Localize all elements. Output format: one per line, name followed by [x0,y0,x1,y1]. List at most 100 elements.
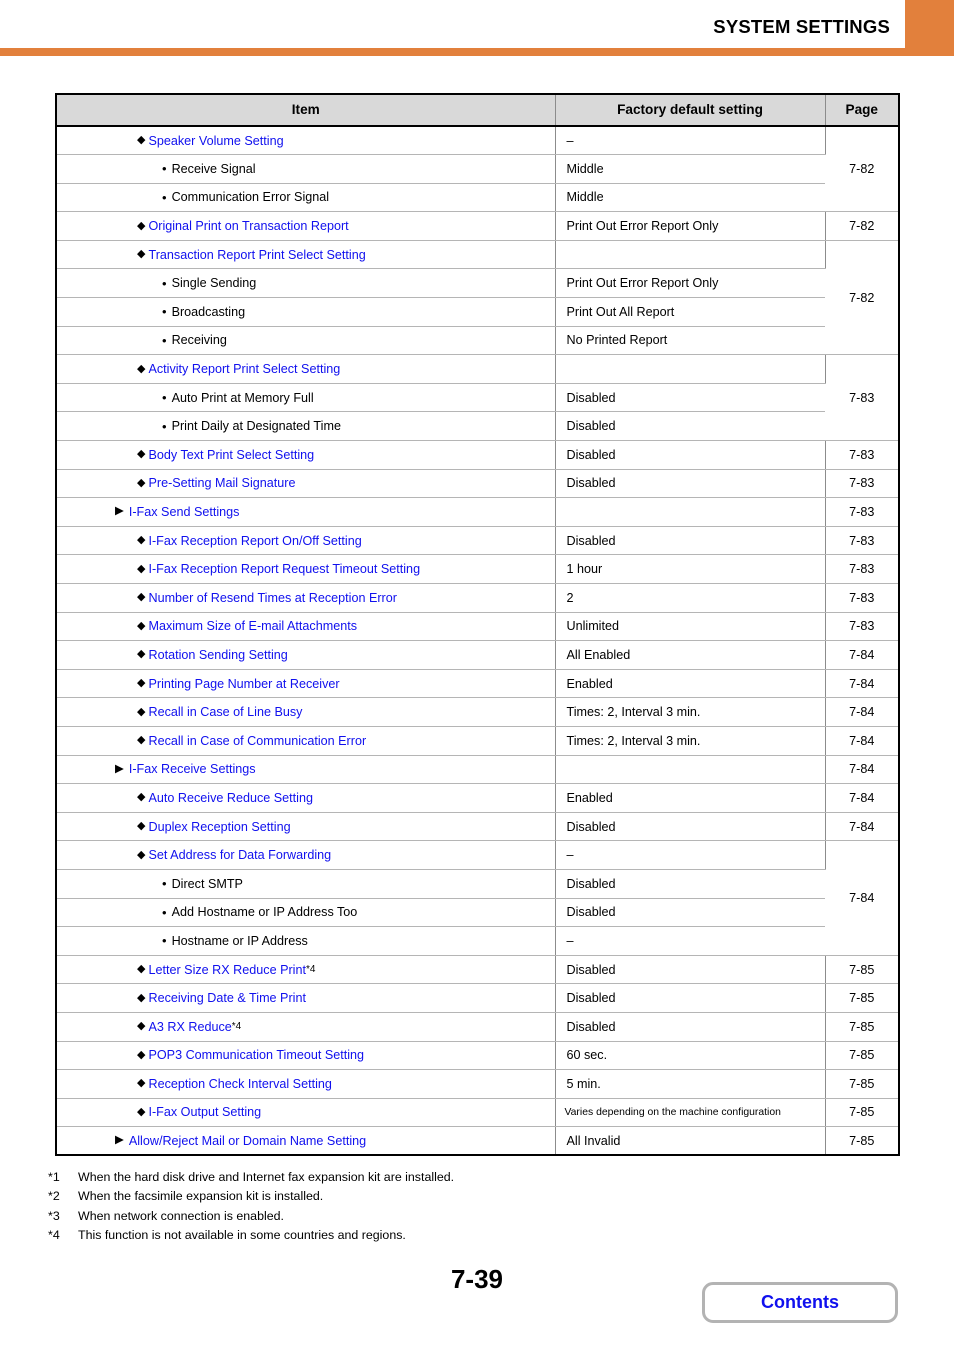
table-cell-item: ◆ Letter Size RX Reduce Print *4 [56,955,556,985]
page-reference-link[interactable]: 7-84 [825,783,899,813]
diamond-bullet-icon: ◆ [137,1105,146,1118]
page-reference-link[interactable]: 7-85 [825,1012,899,1042]
default-setting-value: Disabled [566,1019,616,1034]
table-cell-item: • Single Sending [56,268,556,299]
item-link[interactable]: Letter Size RX Reduce Print [148,963,306,977]
default-setting-value: Print Out Error Report Only [566,276,719,291]
page-reference-link[interactable]: 7-83 [825,612,899,642]
table-cell-item: ◆ I-Fax Reception Report On/Off Setting [56,526,556,556]
table-cell-item: ◆ POP3 Communication Timeout Setting [56,1041,556,1071]
item-link[interactable]: Pre-Setting Mail Signature [148,476,295,490]
page-title: SYSTEM SETTINGS [713,16,890,37]
default-setting-value: Enabled [566,676,613,691]
dot-bullet-icon: • [162,933,167,949]
item-link[interactable]: Speaker Volume Setting [148,134,283,148]
table-cell-item: ◆ Original Print on Transaction Report [56,211,556,241]
item-link[interactable]: I-Fax Send Settings [129,505,240,519]
page-reference-link[interactable]: 7-83 [825,440,899,470]
item-link[interactable]: Auto Receive Reduce Setting [148,791,313,805]
item-link[interactable]: Recall in Case of Communication Error [148,734,366,748]
column-header-page: Page [825,94,899,127]
page-reference-link[interactable]: 7-83 [825,554,899,584]
item-link[interactable]: Printing Page Number at Receiver [148,677,339,691]
table-cell-item: • Print Daily at Designated Time [56,411,556,442]
item-link[interactable]: I-Fax Reception Report On/Off Setting [148,534,361,548]
table-row: ◆ Auto Receive Reduce Setting Enabled 7-84 [56,783,899,813]
footnote-mark: *4 [48,1228,60,1243]
table-cell-value: Times: 2, Interval 3 min. [555,726,826,756]
default-setting-value: Disabled [566,476,616,491]
item-link[interactable]: Recall in Case of Line Busy [148,705,302,719]
item-link[interactable]: Original Print on Transaction Report [148,219,348,233]
item-link[interactable]: A3 RX Reduce [148,1020,231,1034]
page-reference-link[interactable]: 7-84 [825,669,899,699]
item-link[interactable]: Activity Report Print Select Setting [148,362,340,376]
table-cell-item: ◆ Auto Receive Reduce Setting [56,783,556,813]
table-row: ◆ I-Fax Output Setting Varies depending on… [56,1098,899,1128]
table-cell-item: • Communication Error Signal [56,183,556,213]
diamond-bullet-icon: ◆ [137,963,146,976]
table-cell-value: 60 sec. [555,1041,826,1071]
page-reference-link[interactable]: 7-84 [825,640,899,670]
page-reference-link[interactable]: 7-85 [825,1041,899,1071]
page-reference-link[interactable]: 7-85 [825,955,899,985]
page-reference-link[interactable]: 7-84 [825,812,899,842]
page-reference-link[interactable]: 7-82 [825,211,899,241]
item-link[interactable]: Receiving Date & Time Print [148,991,305,1005]
table-row: ◆ Recall in Case of Communication Error Ti… [56,726,899,756]
item-link[interactable]: I-Fax Reception Report Request Timeout S… [148,562,420,576]
page-reference-link[interactable]: 7-82 [825,240,899,356]
table-row: • Direct SMTP Disabled [56,869,899,899]
default-setting-value: Disabled [566,876,616,891]
table-cell-value: Middle [555,154,825,184]
dot-bullet-icon: • [162,189,167,205]
diamond-bullet-icon: ◆ [137,791,146,804]
diamond-bullet-icon: ◆ [137,820,146,833]
table-row: ◆ I-Fax Reception Report On/Off Setting Di… [56,526,899,556]
footnote-text: When network connection is enabled. [78,1208,284,1223]
item-link[interactable]: Rotation Sending Setting [148,648,287,662]
table-cell-item: ◆ Number of Resend Times at Reception Err… [56,583,556,613]
table-cell-item: ◆ Receiving Date & Time Print [56,983,556,1013]
item-link[interactable]: I-Fax Receive Settings [129,762,256,776]
item-link[interactable]: I-Fax Output Setting [148,1105,261,1119]
table-cell-value: Disabled [555,526,826,556]
table-cell-value: 1 hour [555,554,826,584]
page-reference-link[interactable]: 7-83 [825,583,899,613]
page-reference-link[interactable]: 7-83 [825,497,899,527]
page-reference-link[interactable]: 7-83 [825,354,899,442]
dot-bullet-icon: • [162,304,167,320]
diamond-bullet-icon: ◆ [137,362,146,375]
item-link[interactable]: Set Address for Data Forwarding [148,848,331,862]
table-row: ◆ Original Print on Transaction Report Pri… [56,211,899,241]
page-reference-link[interactable]: 7-85 [825,983,899,1013]
page-reference-link[interactable]: 7-84 [825,755,899,785]
page-reference-link[interactable]: 7-82 [825,126,899,213]
diamond-bullet-icon: ◆ [137,1020,146,1033]
page-reference-link[interactable]: 7-85 [825,1069,899,1099]
item-link[interactable]: Allow/Reject Mail or Domain Name Setting [129,1134,366,1148]
contents-button[interactable]: Contents [702,1282,898,1323]
item-link[interactable]: Transaction Report Print Select Setting [148,248,365,262]
table-row: ◆ A3 RX Reduce *4 Disabled 7-85 [56,1012,899,1042]
page-reference-link[interactable]: 7-83 [825,526,899,556]
page-reference-link[interactable]: 7-85 [825,1098,899,1128]
footnote-list: *1 When the hard disk drive and Internet … [48,1168,748,1246]
item-link[interactable]: Duplex Reception Setting [148,820,290,834]
page-reference-link[interactable]: 7-84 [825,697,899,727]
page-reference-link[interactable]: 7-84 [825,726,899,756]
table-row: ◆ I-Fax Reception Report Request Timeout … [56,554,899,584]
item-link[interactable]: Maximum Size of E-mail Attachments [148,619,357,633]
page-reference-link[interactable]: 7-83 [825,469,899,499]
page-reference-link[interactable]: 7-84 [825,840,899,956]
item-link[interactable]: Reception Check Interval Setting [148,1077,331,1091]
table-row: ◆ Receiving Date & Time Print Disabled 7-85 [56,983,899,1013]
item-link[interactable]: POP3 Communication Timeout Setting [148,1048,364,1062]
page-reference-link[interactable]: 7-85 [825,1126,899,1156]
item-label: Receiving [171,333,227,348]
table-header-row: Item Factory default setting Page [56,94,899,127]
table-cell-value [555,354,826,384]
item-link[interactable]: Number of Resend Times at Reception Erro… [148,591,396,605]
dot-bullet-icon: • [162,876,167,892]
item-link[interactable]: Body Text Print Select Setting [148,448,314,462]
